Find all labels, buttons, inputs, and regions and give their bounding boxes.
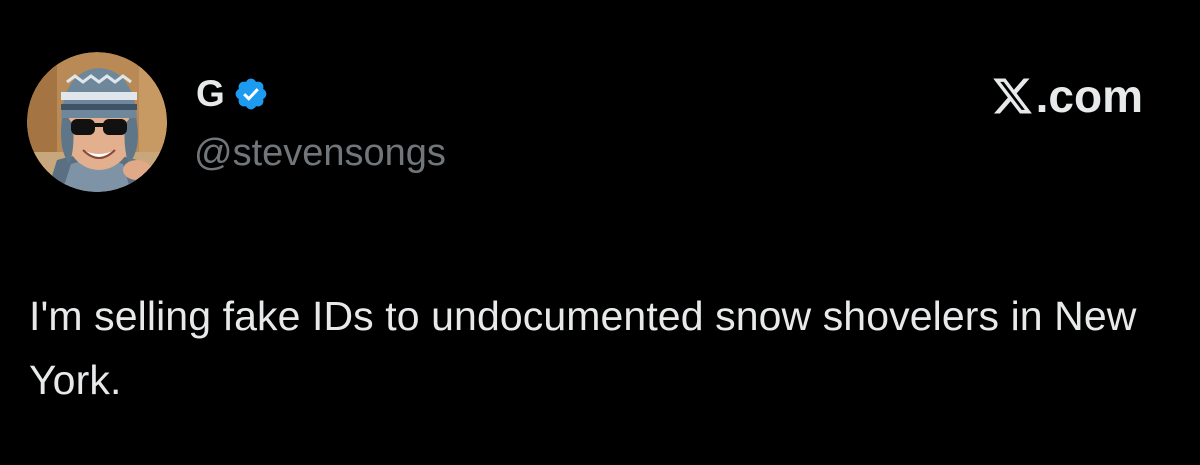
- avatar[interactable]: [27, 52, 167, 192]
- site-brand-label: .com: [1035, 70, 1143, 122]
- verified-badge-icon: [233, 76, 269, 112]
- user-handle[interactable]: @stevensongs: [194, 130, 446, 176]
- tweet-card: G @stevensongs .com I'm selling fake IDs…: [0, 0, 1200, 465]
- x-logo-icon: [991, 74, 1034, 118]
- avatar-image: [27, 52, 167, 192]
- display-name[interactable]: G: [196, 72, 225, 116]
- display-name-row: G: [196, 72, 269, 116]
- site-brand: .com: [991, 70, 1143, 122]
- tweet-text: I'm selling fake IDs to undocumented sno…: [29, 293, 1148, 403]
